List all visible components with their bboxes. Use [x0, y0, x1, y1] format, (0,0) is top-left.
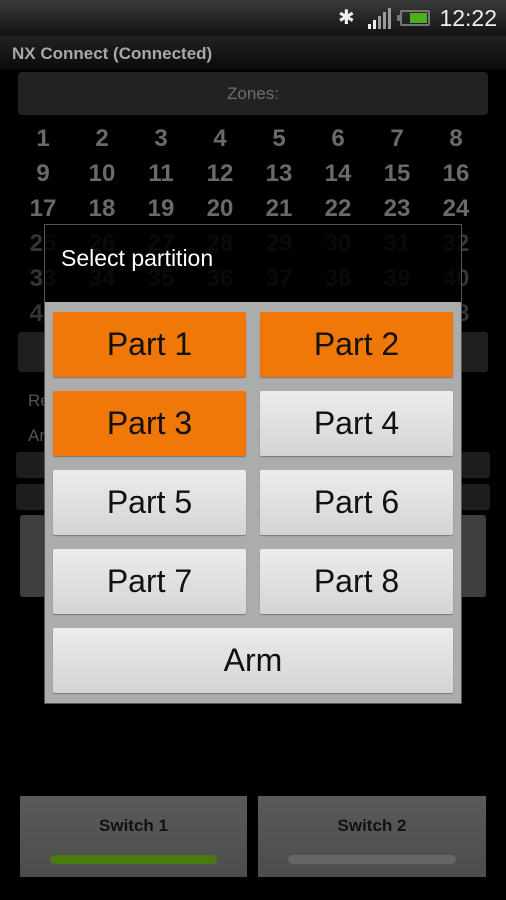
zone-5: 5: [272, 125, 286, 152]
zone-17: 17: [29, 195, 57, 222]
partition-2-button[interactable]: Part 2: [260, 312, 453, 377]
zone-14: 14: [324, 160, 352, 187]
zone-16: 16: [442, 160, 470, 187]
dialog-header: Select partition: [45, 225, 461, 302]
clock: 12:22: [439, 5, 497, 31]
switch-label: Switch 1: [99, 816, 168, 835]
zone-23: 23: [383, 195, 411, 222]
zone-20: 20: [206, 195, 234, 222]
dialog-body: Part 1 Part 2 Part 3 Part 4 Part 5 Part 6 Part…: [45, 302, 461, 703]
switch-indicator: [50, 855, 217, 864]
zone-19: 19: [147, 195, 175, 222]
signal-icon: [368, 0, 396, 36]
zone-11: 11: [148, 160, 174, 187]
partition-5-button[interactable]: Part 5: [53, 470, 246, 535]
arm-button[interactable]: Arm: [53, 628, 453, 693]
zone-3: 3: [154, 125, 168, 152]
zone-1: 1: [36, 125, 50, 152]
status-bar: ✱ 12:22: [0, 0, 506, 36]
partition-1-button[interactable]: Part 1: [53, 312, 246, 377]
zone-15: 15: [383, 160, 411, 187]
partition-8-button[interactable]: Part 8: [260, 549, 453, 614]
battery-icon: [397, 10, 430, 26]
zone-22: 22: [324, 195, 352, 222]
partition-6-button[interactable]: Part 6: [260, 470, 453, 535]
switch-1-button[interactable]: Switch 1: [20, 796, 247, 877]
select-partition-dialog: Select partition Part 1 Part 2 Part 3 Part …: [44, 224, 462, 704]
switch-indicator: [288, 855, 456, 864]
app-title: NX Connect (Connected): [12, 44, 213, 63]
zone-6: 6: [331, 125, 345, 152]
partition-4-button[interactable]: Part 4: [260, 391, 453, 456]
switch-label: Switch 2: [337, 816, 407, 835]
zone-18: 18: [88, 195, 116, 222]
zone-8: 8: [449, 125, 463, 152]
zone-4: 4: [213, 125, 227, 152]
zone-2: 2: [95, 125, 109, 152]
partition-7-button[interactable]: Part 7: [53, 549, 246, 614]
background-label: Ar: [28, 426, 45, 445]
zone-12: 12: [206, 160, 234, 187]
zone-21: 21: [265, 195, 293, 222]
zone-24: 24: [442, 195, 470, 222]
zone-7: 7: [390, 125, 404, 152]
zones-header: Zones:: [18, 72, 488, 115]
zone-10: 10: [88, 160, 116, 187]
switch-2-button[interactable]: Switch 2: [258, 796, 486, 877]
bluetooth-icon: ✱: [338, 7, 355, 29]
dialog-title: Select partition: [61, 245, 214, 271]
partition-3-button[interactable]: Part 3: [53, 391, 246, 456]
zone-9: 9: [36, 160, 50, 187]
zone-13: 13: [265, 160, 293, 187]
